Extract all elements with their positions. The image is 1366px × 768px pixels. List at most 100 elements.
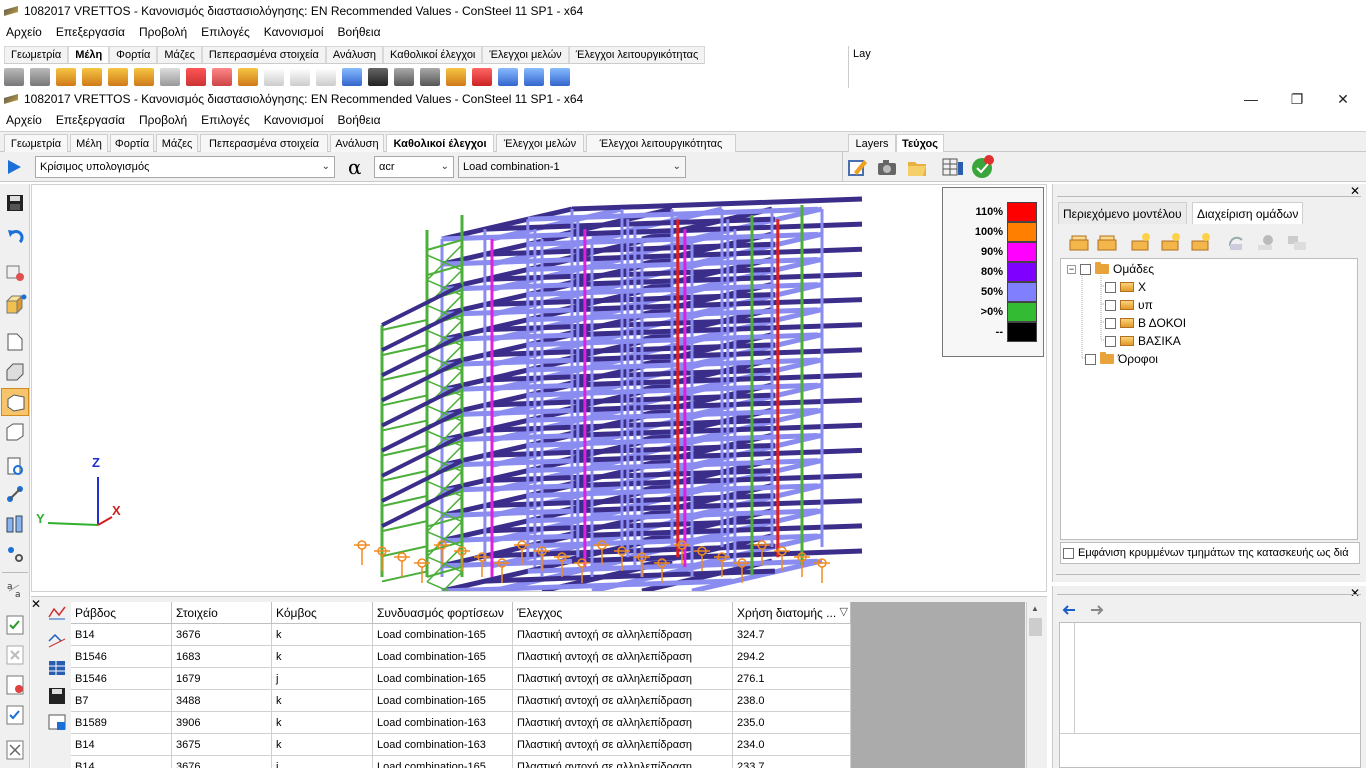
table-row[interactable]: B7 3488 k Load combination-165 Πλαστική … <box>71 690 851 712</box>
checklist-green-icon[interactable] <box>5 614 25 636</box>
column-header[interactable]: Κόμβος <box>272 602 373 624</box>
show-hidden-parts-checkbox[interactable] <box>1063 547 1074 559</box>
calculation-select[interactable]: Κρίσιμος υπολογισμός ⌄ <box>35 156 335 178</box>
checklist-x-icon[interactable] <box>5 644 25 666</box>
undo-icon[interactable] <box>6 228 24 246</box>
menu-view[interactable]: Προβολή <box>139 113 187 127</box>
table-row[interactable]: B1546 1683 k Load combination-165 Πλαστι… <box>71 646 851 668</box>
tab-layers[interactable]: Layers <box>848 134 896 152</box>
panel-close-icon[interactable]: ✕ <box>1350 586 1360 600</box>
measure-tool-icon[interactable] <box>5 544 25 564</box>
bg-tool-icon[interactable] <box>394 68 414 86</box>
bg-menu-view[interactable]: Προβολή <box>139 25 187 39</box>
camera-icon[interactable] <box>876 156 898 178</box>
bg-tab-members[interactable]: Μέλη <box>68 46 110 63</box>
bg-tab-serviceability[interactable]: Έλεγχοι λειτουργικότητας <box>568 46 706 63</box>
bg-tab-geometry[interactable]: Γεωμετρία <box>4 46 69 63</box>
export-table-icon[interactable] <box>47 713 67 731</box>
tab-group-management[interactable]: Διαχείριση ομάδων <box>1192 202 1304 224</box>
bg-tab-analysis[interactable]: Ανάλυση <box>325 46 384 63</box>
chart-icon[interactable] <box>47 631 67 649</box>
bg-tool-icon[interactable] <box>4 68 24 86</box>
column-header[interactable]: Συνδυασμός φορτίσεων <box>373 602 513 624</box>
view-side-icon[interactable] <box>5 422 25 442</box>
frame-tool-icon[interactable] <box>5 514 25 534</box>
tab-report[interactable]: Τεύχος <box>896 134 944 152</box>
bg-layers-tab[interactable]: Lay <box>848 46 876 88</box>
minimize-button[interactable]: — <box>1228 88 1274 110</box>
column-header-sorted[interactable]: Χρήση διατομής ... ▽ <box>733 602 851 624</box>
bg-tool-icon[interactable] <box>238 68 258 86</box>
menu-edit[interactable]: Επεξεργασία <box>56 113 125 127</box>
group-add-icon[interactable] <box>1068 232 1090 252</box>
group-delete-icon[interactable] <box>1256 232 1278 252</box>
group-refresh-icon[interactable] <box>1226 232 1248 252</box>
bg-tab-loads[interactable]: Φορτία <box>109 46 158 63</box>
checklist-blue-icon[interactable] <box>5 704 25 726</box>
view-iso-icon[interactable] <box>5 362 25 382</box>
bg-tool-icon[interactable] <box>316 68 336 86</box>
bg-tool-icon[interactable] <box>212 68 232 86</box>
save-table-icon[interactable] <box>47 687 67 705</box>
menu-codes[interactable]: Κανονισμοί <box>264 113 324 127</box>
bg-tool-icon[interactable] <box>498 68 518 86</box>
column-header[interactable]: Έλεγχος <box>513 602 733 624</box>
scrollbar-thumb[interactable] <box>1029 618 1042 636</box>
maximize-button[interactable]: ❐ <box>1274 88 1320 110</box>
group-new-icon[interactable] <box>1130 232 1152 252</box>
view-front-icon[interactable] <box>5 332 25 352</box>
column-header[interactable]: Ράβδος <box>71 602 172 624</box>
bg-menu-codes[interactable]: Κανονισμοί <box>264 25 324 39</box>
tab-masses[interactable]: Μάζες <box>156 134 198 152</box>
bg-tool-icon[interactable] <box>186 68 206 86</box>
bg-tab-finite-elements[interactable]: Πεπερασμένα στοιχεία <box>201 46 326 63</box>
menu-file[interactable]: Αρχείο <box>6 113 42 127</box>
bg-menu-options[interactable]: Επιλογές <box>201 25 250 39</box>
diagram-icon[interactable] <box>47 603 67 621</box>
forward-arrow-icon[interactable] <box>1089 604 1105 616</box>
bg-tool-icon[interactable] <box>420 68 440 86</box>
menu-options[interactable]: Επιλογές <box>201 113 250 127</box>
bg-tool-icon[interactable] <box>368 68 388 86</box>
fit-view-icon[interactable] <box>5 739 25 761</box>
bg-menu-edit[interactable]: Επεξεργασία <box>56 25 125 39</box>
menu-help[interactable]: Βοήθεια <box>338 113 381 127</box>
text-tool-icon[interactable]: aa <box>5 579 25 599</box>
save-icon[interactable] <box>6 194 24 212</box>
tab-model-content[interactable]: Περιεχόμενο μοντέλου <box>1058 202 1187 224</box>
table-row[interactable]: B14 3676 k Load combination-165 Πλαστική… <box>71 624 851 646</box>
bg-tool-icon[interactable] <box>108 68 128 86</box>
bg-menu-help[interactable]: Βοήθεια <box>338 25 381 39</box>
load-combination-select[interactable]: Load combination-1 ⌄ <box>458 156 686 178</box>
group-edit-icon[interactable] <box>1096 232 1118 252</box>
bg-tool-icon[interactable] <box>56 68 76 86</box>
tab-serviceability-checks[interactable]: Έλεγχοι λειτουργικότητας <box>586 134 736 152</box>
table-scrollbar[interactable]: ▲ <box>1026 602 1044 768</box>
active-view-tool[interactable] <box>1 388 29 416</box>
checklist-warning-icon[interactable] <box>5 674 25 696</box>
bg-tool-icon[interactable] <box>30 68 50 86</box>
bg-tab-masses[interactable]: Μάζες <box>157 46 202 63</box>
tab-global-checks[interactable]: Καθολικοί έλεγχοι <box>386 134 494 152</box>
scroll-up-icon[interactable]: ▲ <box>1031 604 1039 613</box>
bg-tool-icon[interactable] <box>472 68 492 86</box>
show-hidden-parts-option[interactable]: Εμφάνιση κρυμμένων τμημάτων της κατασκευ… <box>1060 542 1360 564</box>
box-view-icon[interactable] <box>5 294 27 316</box>
table-row[interactable]: B14 3676 j Load combination-165 Πλαστική… <box>71 756 851 768</box>
group-new-sub-icon[interactable] <box>1160 232 1182 252</box>
tab-member-checks[interactable]: Έλεγχοι μελών <box>496 134 584 152</box>
column-header[interactable]: Στοιχείο <box>172 602 272 624</box>
panel-splitter[interactable] <box>1052 570 1366 578</box>
node-tool-icon[interactable] <box>5 484 25 504</box>
play-icon[interactable] <box>6 159 22 175</box>
bg-tool-icon[interactable] <box>264 68 284 86</box>
bg-tool-icon[interactable] <box>82 68 102 86</box>
tab-members[interactable]: Μέλη <box>70 134 108 152</box>
bg-tab-member-checks[interactable]: Έλεγχοι μελών <box>482 46 569 63</box>
bg-tool-icon[interactable] <box>290 68 310 86</box>
close-button[interactable]: ✕ <box>1320 88 1366 110</box>
alpha-select[interactable]: αcr ⌄ <box>374 156 454 178</box>
tab-loads[interactable]: Φορτία <box>110 134 154 152</box>
open-folder-icon[interactable] <box>906 156 928 178</box>
group-move-icon[interactable] <box>1286 232 1308 252</box>
